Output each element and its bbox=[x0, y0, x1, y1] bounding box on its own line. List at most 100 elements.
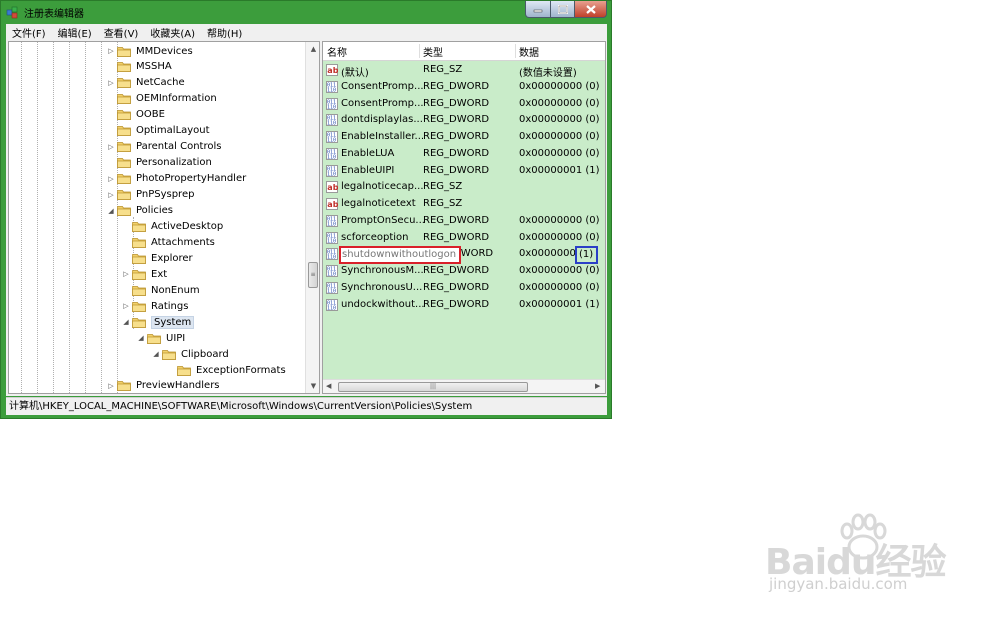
tree-item-label: PreviewHandlers bbox=[136, 380, 220, 392]
tree-item-label: PnPSysprep bbox=[136, 189, 195, 201]
tree-item[interactable]: ▷ Ext bbox=[122, 266, 167, 282]
value-row[interactable]: ab legalnoticecap... REG_SZ bbox=[323, 179, 605, 196]
column-header-type[interactable]: 类型 bbox=[419, 44, 515, 59]
tree-guide-line bbox=[53, 42, 54, 393]
tree-item[interactable]: NonEnum bbox=[122, 282, 200, 298]
collapse-arrow-icon[interactable]: ◢ bbox=[137, 334, 145, 342]
value-row[interactable]: ab (默认) REG_SZ (数值未设置) bbox=[323, 62, 605, 79]
menu-file[interactable]: 文件(F) bbox=[6, 25, 52, 40]
collapse-arrow-icon[interactable]: ◢ bbox=[107, 207, 115, 215]
expand-arrow-icon[interactable]: ▷ bbox=[122, 302, 130, 310]
list-horizontal-scrollbar[interactable]: ◀ ||| ▶ bbox=[323, 379, 605, 393]
value-row[interactable]: 011 110 PromptOnSecu... REG_DWORD 0x00000000… bbox=[323, 213, 605, 230]
folder-icon bbox=[132, 238, 146, 248]
value-row[interactable]: 011 110 ConsentPromp... REG_DWORD 0x00000000… bbox=[323, 96, 605, 113]
tree-item[interactable]: ▷ Ratings bbox=[122, 298, 188, 314]
tree-item-label: PhotoPropertyHandler bbox=[136, 173, 247, 185]
collapse-arrow-icon[interactable]: ◢ bbox=[122, 318, 130, 326]
value-row[interactable]: 011 110 SynchronousU... REG_DWORD 0x00000000… bbox=[323, 280, 605, 297]
tree-item[interactable]: ActiveDesktop bbox=[122, 218, 223, 234]
tree-item[interactable]: ▷ MMDevices bbox=[107, 43, 192, 59]
tree-guide-line bbox=[21, 42, 22, 393]
close-button[interactable] bbox=[574, 1, 607, 18]
folder-icon bbox=[132, 301, 146, 312]
dword-value-icon: 011110 bbox=[326, 248, 338, 261]
client-area: ▷ MMDevices MSSHA ▷ NetCache OEMInformation OO… bbox=[6, 41, 607, 396]
tree-vertical-scrollbar[interactable]: ▲ ≡ ▼ bbox=[305, 42, 319, 393]
value-row[interactable]: 011 110 DWORD 0x0000000 shutdownwithoutlogon… bbox=[323, 246, 605, 265]
scroll-up-icon[interactable]: ▲ bbox=[306, 42, 319, 56]
tree-item[interactable]: Attachments bbox=[122, 234, 215, 250]
svg-text:110: 110 bbox=[327, 255, 336, 261]
tree-item-label: OEMInformation bbox=[136, 93, 217, 105]
list-scroll-thumb[interactable]: ||| bbox=[338, 382, 528, 392]
minimize-button[interactable] bbox=[525, 1, 551, 18]
svg-text:110: 110 bbox=[327, 288, 336, 294]
expand-arrow-icon[interactable]: ▷ bbox=[107, 79, 115, 87]
value-row[interactable]: 011 110 EnableUIPI REG_DWORD 0x00000001 (1) bbox=[323, 163, 605, 180]
value-row[interactable]: 011 110 scforceoption REG_DWORD 0x00000000 (… bbox=[323, 230, 605, 247]
tree-item[interactable]: ◢ System bbox=[122, 314, 195, 330]
string-value-icon: ab bbox=[326, 64, 338, 76]
tree-scroll-thumb[interactable]: ≡ bbox=[308, 262, 318, 288]
menu-favorites[interactable]: 收藏夹(A) bbox=[144, 25, 201, 40]
tree-item[interactable]: Personalization bbox=[107, 155, 212, 171]
menu-view[interactable]: 查看(V) bbox=[98, 25, 145, 40]
dword-value-icon: 011110 bbox=[326, 298, 338, 311]
folder-icon bbox=[117, 110, 131, 121]
tree-item-label: Ext bbox=[151, 268, 168, 280]
title-bar[interactable]: 注册表编辑器 bbox=[1, 1, 611, 23]
values-list-pane[interactable]: 名称 类型 数据 ab (默认) REG_SZ (数值未设置) 011 110 Consen… bbox=[322, 41, 606, 394]
collapse-arrow-icon[interactable]: ◢ bbox=[152, 350, 160, 358]
value-row[interactable]: 011 110 undockwithout... REG_DWORD 0x0000000… bbox=[323, 297, 605, 314]
close-icon bbox=[585, 4, 596, 14]
column-header-data[interactable]: 数据 bbox=[515, 44, 605, 59]
expand-arrow-icon[interactable]: ▷ bbox=[107, 47, 115, 55]
expand-arrow-icon[interactable]: ▷ bbox=[107, 191, 115, 199]
value-row[interactable]: ab legalnoticetext REG_SZ bbox=[323, 196, 605, 213]
value-row[interactable]: 011 110 dontdisplaylas... REG_DWORD 0x000000… bbox=[323, 112, 605, 129]
maximize-button[interactable] bbox=[550, 1, 575, 18]
value-row[interactable]: 011 110 EnableLUA REG_DWORD 0x00000000 (0) bbox=[323, 146, 605, 163]
dword-value-icon: 011110 bbox=[326, 80, 338, 93]
menu-help[interactable]: 帮助(H) bbox=[201, 25, 248, 40]
value-row[interactable]: 011 110 SynchronousM... REG_DWORD 0x00000000… bbox=[323, 263, 605, 280]
registry-editor-window: 注册表编辑器 文件(F) 编辑(E) 查看(V) 收藏夹(A) 帮助(H) ▷ M… bbox=[0, 0, 612, 419]
expand-arrow-icon[interactable]: ▷ bbox=[107, 143, 115, 151]
tree-item[interactable]: OOBE bbox=[107, 107, 165, 123]
folder-icon bbox=[117, 78, 131, 89]
tree-item[interactable]: Explorer bbox=[122, 250, 193, 266]
expand-arrow-icon[interactable]: ▷ bbox=[122, 270, 130, 278]
tree-item[interactable]: ▷ PnPSysprep bbox=[107, 187, 194, 203]
value-name: (默认) bbox=[341, 68, 369, 79]
key-tree-pane[interactable]: ▷ MMDevices MSSHA ▷ NetCache OEMInformation OO… bbox=[8, 41, 320, 394]
tree-item[interactable]: MSSHA bbox=[107, 59, 172, 75]
tree-item[interactable]: OptimalLayout bbox=[107, 123, 210, 139]
expand-arrow-icon[interactable]: ▷ bbox=[107, 175, 115, 183]
folder-icon bbox=[117, 94, 131, 105]
tree-item-label: System bbox=[151, 315, 195, 329]
tree-item[interactable]: ◢ Clipboard bbox=[152, 346, 228, 362]
folder-icon bbox=[132, 317, 146, 328]
tree-item[interactable]: ▷ PhotoPropertyHandler bbox=[107, 171, 246, 187]
menu-edit[interactable]: 编辑(E) bbox=[52, 25, 98, 40]
tree-item[interactable]: ▷ Parental Controls bbox=[107, 139, 221, 155]
tree-guide-line bbox=[85, 42, 86, 393]
tree-item[interactable]: OEMInformation bbox=[107, 91, 217, 107]
expand-arrow-icon[interactable]: ▷ bbox=[107, 382, 115, 390]
minimize-icon bbox=[533, 9, 543, 13]
scroll-right-icon[interactable]: ▶ bbox=[595, 382, 600, 390]
value-row[interactable]: 011 110 ConsentPromp... REG_DWORD 0x00000000… bbox=[323, 79, 605, 96]
tree-item[interactable]: ▷ NetCache bbox=[107, 75, 184, 91]
tree-item[interactable]: ExceptionFormats bbox=[167, 362, 286, 378]
scroll-left-icon[interactable]: ◀ bbox=[326, 382, 331, 390]
tree-item[interactable]: ◢ Policies bbox=[107, 203, 173, 219]
value-name: dontdisplaylas... bbox=[341, 114, 423, 126]
tree-item[interactable]: ▷ PreviewHandlers bbox=[107, 378, 220, 393]
tree-item[interactable]: ◢ UIPI bbox=[137, 330, 185, 346]
column-header-name[interactable]: 名称 bbox=[323, 44, 419, 59]
svg-text:110: 110 bbox=[327, 305, 336, 311]
scroll-down-icon[interactable]: ▼ bbox=[306, 379, 319, 393]
value-row[interactable]: 011 110 EnableInstaller... REG_DWORD 0x00000… bbox=[323, 129, 605, 146]
value-name: PromptOnSecu... bbox=[341, 214, 425, 226]
